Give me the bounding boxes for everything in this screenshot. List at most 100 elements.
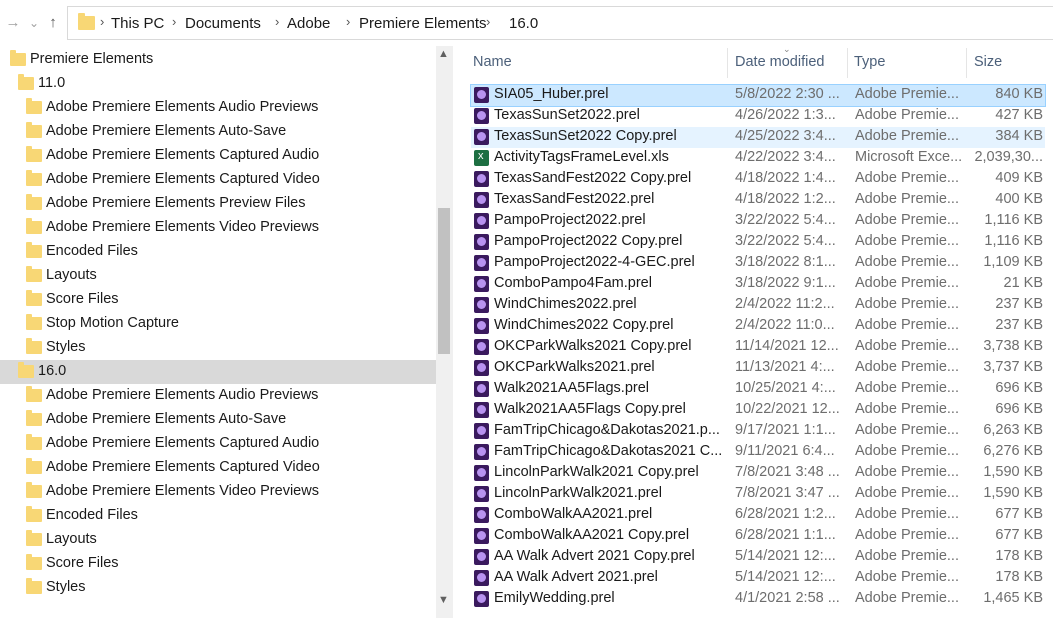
file-row[interactable]: OKCParkWalks2021.prel 11/13/2021 4:... Ado…	[471, 358, 1045, 379]
file-type: Adobe Premie...	[855, 128, 959, 144]
column-divider[interactable]	[727, 48, 728, 78]
file-row[interactable]: ComboPampo4Fam.prel 3/18/2022 9:1... Adobe…	[471, 274, 1045, 295]
premiere-project-icon	[474, 528, 489, 544]
recent-locations-chevron-icon[interactable]: ⌄	[25, 13, 43, 33]
file-size: 1,465 KB	[983, 590, 1043, 606]
file-row[interactable]: AA Walk Advert 2021.prel 5/14/2021 12:...…	[471, 568, 1045, 589]
file-row[interactable]: PampoProject2022-4-GEC.prel 3/18/2022 8:1…	[471, 253, 1045, 274]
breadcrumb-documents[interactable]: Documents	[185, 15, 261, 32]
file-date-modified: 4/1/2021 2:58 ...	[735, 590, 840, 606]
file-date-modified: 5/14/2021 12:...	[735, 569, 836, 585]
file-row[interactable]: AA Walk Advert 2021 Copy.prel 5/14/2021 1…	[471, 547, 1045, 568]
nav-item[interactable]: Adobe Premiere Elements Captured Audio	[0, 432, 436, 456]
premiere-project-icon	[474, 129, 489, 145]
column-header-name[interactable]: Name	[473, 54, 512, 70]
premiere-project-icon	[474, 297, 489, 313]
nav-item-label: Layouts	[46, 531, 97, 547]
nav-item-label: Adobe Premiere Elements Auto-Save	[46, 411, 287, 427]
chevron-right-icon[interactable]: ›	[100, 14, 104, 29]
nav-item[interactable]: 16.0	[0, 360, 436, 384]
file-date-modified: 3/18/2022 8:1...	[735, 254, 836, 270]
breadcrumb-adobe[interactable]: Adobe	[287, 15, 330, 32]
nav-item[interactable]: Adobe Premiere Elements Preview Files	[0, 192, 436, 216]
nav-item[interactable]: Layouts	[0, 264, 436, 288]
nav-item-label: Encoded Files	[46, 507, 138, 523]
file-date-modified: 5/14/2021 12:...	[735, 548, 836, 564]
file-row[interactable]: EmilyWedding.prel 4/1/2021 2:58 ... Adobe …	[471, 589, 1045, 610]
file-row[interactable]: LincolnParkWalk2021.prel 7/8/2021 3:47 ..…	[471, 484, 1045, 505]
column-divider[interactable]	[847, 48, 848, 78]
nav-item[interactable]: Adobe Premiere Elements Video Previews	[0, 216, 436, 240]
file-row[interactable]: PampoProject2022 Copy.prel 3/22/2022 5:4.…	[471, 232, 1045, 253]
file-date-modified: 2/4/2022 11:2...	[735, 296, 835, 312]
chevron-right-icon[interactable]: ›	[275, 14, 279, 29]
breadcrumb-16-0[interactable]: 16.0	[509, 15, 538, 32]
scroll-down-icon[interactable]: ▼	[438, 594, 449, 606]
nav-item-label: Adobe Premiere Elements Video Previews	[46, 483, 319, 499]
nav-item[interactable]: Adobe Premiere Elements Audio Previews	[0, 384, 436, 408]
nav-item[interactable]: Styles	[0, 336, 436, 360]
file-row[interactable]: OKCParkWalks2021 Copy.prel 11/14/2021 12.…	[471, 337, 1045, 358]
back-arrow-icon[interactable]: →	[4, 13, 22, 33]
breadcrumb-this-pc[interactable]: This PC	[111, 15, 164, 32]
folder-icon	[26, 218, 42, 234]
file-row[interactable]: SIA05_Huber.prel 5/8/2022 2:30 ... Adobe P…	[470, 84, 1046, 107]
chevron-right-icon[interactable]: ›	[486, 14, 490, 29]
nav-item[interactable]: Adobe Premiere Elements Captured Video	[0, 456, 436, 480]
file-size: 21 KB	[1003, 275, 1044, 291]
nav-item[interactable]: Adobe Premiere Elements Auto-Save	[0, 408, 436, 432]
column-header-date-modified[interactable]: Date modified	[735, 54, 824, 70]
column-header-size[interactable]: Size	[974, 54, 1002, 70]
file-row[interactable]: TexasSandFest2022.prel 4/18/2022 1:2... Ad…	[471, 190, 1045, 211]
nav-item[interactable]: Premiere Elements	[0, 48, 436, 72]
file-row[interactable]: TexasSandFest2022 Copy.prel 4/18/2022 1:4…	[471, 169, 1045, 190]
nav-item[interactable]: Layouts	[0, 528, 436, 552]
scroll-up-icon[interactable]: ▲	[438, 48, 449, 60]
column-divider[interactable]	[966, 48, 967, 78]
file-row[interactable]: PampoProject2022.prel 3/22/2022 5:4... Ado…	[471, 211, 1045, 232]
folder-icon	[26, 314, 42, 330]
file-row[interactable]: TexasSunSet2022.prel 4/26/2022 1:3... Adob…	[471, 106, 1045, 127]
nav-item[interactable]: Score Files	[0, 288, 436, 312]
chevron-right-icon[interactable]: ›	[346, 14, 350, 29]
nav-item[interactable]: Adobe Premiere Elements Video Previews	[0, 480, 436, 504]
nav-scrollbar[interactable]: ▲ ▼	[436, 46, 453, 618]
file-date-modified: 4/26/2022 1:3...	[735, 107, 836, 123]
nav-item[interactable]: Adobe Premiere Elements Auto-Save	[0, 120, 436, 144]
nav-item[interactable]: Encoded Files	[0, 240, 436, 264]
nav-item[interactable]: Encoded Files	[0, 504, 436, 528]
file-row[interactable]: WindChimes2022.prel 2/4/2022 11:2... Adobe…	[471, 295, 1045, 316]
file-row[interactable]: Walk2021AA5Flags Copy.prel 10/22/2021 12.…	[471, 400, 1045, 421]
file-row[interactable]: ComboWalkAA2021 Copy.prel 6/28/2021 1:1..…	[471, 526, 1045, 547]
file-date-modified: 3/18/2022 9:1...	[735, 275, 836, 291]
file-row[interactable]: Walk2021AA5Flags.prel 10/25/2021 4:... Ado…	[471, 379, 1045, 400]
file-row[interactable]: ActivityTagsFrameLevel.xls 4/22/2022 3:4.…	[471, 148, 1045, 169]
nav-item[interactable]: Adobe Premiere Elements Captured Audio	[0, 144, 436, 168]
column-header-type[interactable]: Type	[854, 54, 885, 70]
breadcrumb[interactable]: › This PC › Documents › Adobe › Premiere…	[67, 6, 1053, 40]
nav-item-label: Adobe Premiere Elements Audio Previews	[46, 99, 319, 115]
nav-item[interactable]: 11.0	[0, 72, 436, 96]
nav-item[interactable]: Stop Motion Capture	[0, 312, 436, 336]
file-row[interactable]: WindChimes2022 Copy.prel 2/4/2022 11:0...…	[471, 316, 1045, 337]
up-arrow-icon[interactable]: ↑	[44, 13, 62, 33]
breadcrumb-premiere-elements[interactable]: Premiere Elements	[359, 15, 487, 32]
nav-item[interactable]: Adobe Premiere Elements Captured Video	[0, 168, 436, 192]
nav-item-label: Adobe Premiere Elements Captured Video	[46, 459, 320, 475]
nav-item-label: Adobe Premiere Elements Video Previews	[46, 219, 319, 235]
file-row[interactable]: FamTripChicago&Dakotas2021.p... 9/17/2021…	[471, 421, 1045, 442]
nav-item[interactable]: Adobe Premiere Elements Audio Previews	[0, 96, 436, 120]
nav-item[interactable]: Styles	[0, 576, 436, 600]
file-row[interactable]: LincolnParkWalk2021 Copy.prel 7/8/2021 3:…	[471, 463, 1045, 484]
chevron-right-icon[interactable]: ›	[172, 14, 176, 29]
nav-item[interactable]: Score Files	[0, 552, 436, 576]
file-row[interactable]: ComboWalkAA2021.prel 6/28/2021 1:2... Adob…	[471, 505, 1045, 526]
scrollbar-thumb[interactable]	[438, 208, 450, 354]
file-name: WindChimes2022.prel	[494, 296, 637, 312]
file-row[interactable]: FamTripChicago&Dakotas2021 C... 9/11/2021…	[471, 442, 1045, 463]
folder-icon	[18, 362, 34, 378]
file-name: ActivityTagsFrameLevel.xls	[494, 149, 669, 165]
file-name: TexasSandFest2022 Copy.prel	[494, 170, 692, 186]
file-row[interactable]: TexasSunSet2022 Copy.prel 4/25/2022 3:4..…	[471, 127, 1045, 148]
file-type: Adobe Premie...	[855, 86, 959, 102]
